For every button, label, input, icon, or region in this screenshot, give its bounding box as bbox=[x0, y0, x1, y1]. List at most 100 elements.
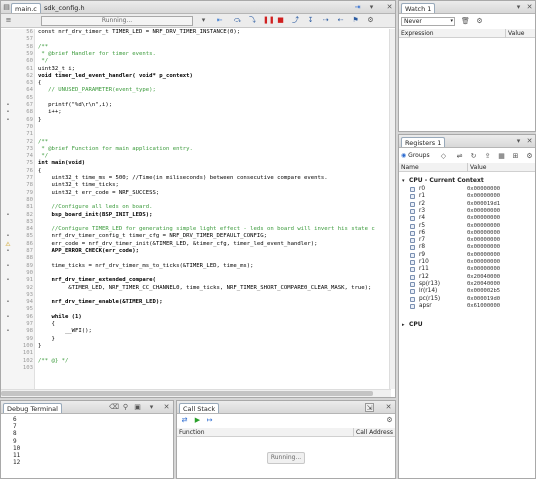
close-icon[interactable]: ✕ bbox=[162, 403, 171, 412]
register-value[interactable]: 0x00000000 bbox=[467, 208, 500, 215]
scrollbar-thumb[interactable] bbox=[1, 391, 373, 396]
link-icon[interactable]: ⇌ bbox=[455, 152, 464, 161]
register-value[interactable]: 0x000019d0 bbox=[467, 296, 500, 303]
breakpoint-location-icon[interactable]: • bbox=[3, 299, 13, 306]
code-line[interactable]: 57 bbox=[1, 36, 391, 43]
tab-watch-1[interactable]: Watch 1 bbox=[401, 3, 436, 13]
run-to-cursor-icon[interactable]: ↧ bbox=[306, 16, 315, 25]
register-value[interactable]: 0x00000000 bbox=[467, 259, 500, 266]
code-line[interactable]: 80 bbox=[1, 197, 391, 204]
grid-icon[interactable]: ⊞ bbox=[511, 152, 520, 161]
chevron-down-icon[interactable]: ▾ bbox=[199, 16, 208, 25]
save-icon[interactable]: ▣ bbox=[133, 403, 142, 412]
code-line[interactable]: 101 bbox=[1, 350, 391, 357]
go-to-icon[interactable]: ↦ bbox=[205, 416, 214, 425]
previous-icon[interactable]: ⇠ bbox=[336, 16, 345, 25]
code-line[interactable]: 88 bbox=[1, 255, 391, 262]
register-row[interactable]: r11 0x00000000 bbox=[399, 266, 535, 273]
layout-icon[interactable]: ▦ bbox=[497, 152, 506, 161]
code-line[interactable]: 60 */ bbox=[1, 58, 391, 65]
register-row[interactable]: r7 0x00000000 bbox=[399, 237, 535, 244]
code-line[interactable]: 90 bbox=[1, 270, 391, 277]
code-line[interactable]: • 82 bsp_board_init(BSP_INIT_LEDS); bbox=[1, 212, 391, 219]
settings-icon[interactable]: ⚙ bbox=[366, 16, 375, 25]
code-line[interactable]: 63 { bbox=[1, 80, 391, 87]
code-line[interactable]: 71 bbox=[1, 131, 391, 138]
function-column-header[interactable]: Function bbox=[179, 428, 205, 437]
name-column-header[interactable]: Name bbox=[401, 163, 419, 172]
breakpoint-location-icon[interactable]: • bbox=[3, 117, 13, 124]
code-line[interactable]: 76 { bbox=[1, 168, 391, 175]
close-icon[interactable]: ✕ bbox=[384, 403, 393, 412]
register-row[interactable]: r1 0x00000000 bbox=[399, 193, 535, 200]
find-icon[interactable]: ⚲ bbox=[121, 403, 130, 412]
code-line[interactable]: 99 } bbox=[1, 336, 391, 343]
reset-icon[interactable]: ⇤ bbox=[215, 16, 224, 25]
code-line[interactable]: 79 uint32_t err_code = NRF_SUCCESS; bbox=[1, 190, 391, 197]
register-row[interactable]: r10 0x00000000 bbox=[399, 259, 535, 266]
chevron-down-icon[interactable]: ▾ bbox=[514, 137, 523, 146]
refresh-interval-dropdown[interactable]: Never ▾ bbox=[401, 17, 455, 26]
breakpoint-location-icon[interactable]: • bbox=[3, 314, 13, 321]
code-line[interactable]: • 85 nrf_drv_timer_config_t timer_cfg = N… bbox=[1, 233, 391, 240]
code-line[interactable]: • 69} bbox=[1, 117, 391, 124]
code-line[interactable]: 102 /** @} */ bbox=[1, 358, 391, 365]
code-line[interactable]: 70 bbox=[1, 124, 391, 131]
code-line[interactable]: 73 * @brief Function for main applicatio… bbox=[1, 146, 391, 153]
menu-icon[interactable]: ≡ bbox=[4, 16, 13, 25]
code-line[interactable]: 65 bbox=[1, 95, 391, 102]
stop-icon[interactable]: ■ bbox=[276, 16, 285, 25]
close-icon[interactable]: ✕ bbox=[385, 3, 394, 12]
code-line[interactable]: • 94 nrf_drv_timer_enable(&TIMER_LED); bbox=[1, 299, 391, 306]
tab-sdk-config-h[interactable]: sdk_config.h bbox=[41, 3, 88, 13]
breakpoint-location-icon[interactable]: • bbox=[3, 102, 13, 109]
run-icon[interactable]: ▶ bbox=[193, 416, 202, 425]
register-row[interactable]: r5 0x00000000 bbox=[399, 223, 535, 230]
value-column-header[interactable]: Value bbox=[467, 163, 486, 172]
value-column-header[interactable]: Value bbox=[505, 29, 524, 38]
register-value[interactable]: 0x00000000 bbox=[467, 215, 500, 222]
breakpoint-location-icon[interactable]: • bbox=[3, 277, 13, 284]
tab-main-c[interactable]: main.c bbox=[11, 3, 41, 13]
breakpoint-location-icon[interactable]: • bbox=[3, 263, 13, 270]
split-view-icon[interactable]: ⇥ bbox=[353, 3, 362, 12]
code-line[interactable]: • 87 APP_ERROR_CHECK(err_code); bbox=[1, 248, 391, 255]
code-line[interactable]: • 91 nrf_drv_timer_extended_compare( bbox=[1, 277, 391, 284]
register-row[interactable]: pc(r15) 0x000019d0 bbox=[399, 296, 535, 303]
register-row[interactable]: r9 0x00000000 bbox=[399, 252, 535, 259]
register-value[interactable]: 0x00000000 bbox=[467, 266, 500, 273]
chevron-down-icon[interactable]: ▾ bbox=[147, 403, 156, 412]
bookmark-icon[interactable]: ⚑ bbox=[351, 16, 360, 25]
code-line[interactable]: • 68 i++; bbox=[1, 109, 391, 116]
tab-debug-terminal[interactable]: Debug Terminal bbox=[3, 403, 62, 413]
step-over-icon[interactable]: ⤼ bbox=[233, 16, 242, 25]
register-row[interactable]: r2 0x000019d1 bbox=[399, 201, 535, 208]
code-line[interactable]: • 96 while (1) bbox=[1, 314, 391, 321]
register-row[interactable]: r0 0x00000000 bbox=[399, 186, 535, 193]
clear-icon[interactable]: ⌫ bbox=[109, 403, 119, 412]
step-out-icon[interactable]: ⤴ bbox=[291, 16, 300, 25]
pause-icon[interactable]: ❚❚ bbox=[263, 16, 275, 25]
code-line[interactable]: ⚠ 86 err_code = nrf_drv_timer_init(&TIMER… bbox=[1, 241, 391, 248]
tab-registers-1[interactable]: Registers 1 bbox=[401, 137, 446, 147]
register-value[interactable]: 0x00000000 bbox=[467, 230, 500, 237]
code-line[interactable]: 75 int main(void) bbox=[1, 160, 391, 167]
register-value[interactable]: 0x00000000 bbox=[467, 252, 500, 259]
export-icon[interactable]: ⇪ bbox=[483, 152, 492, 161]
code-line[interactable]: 93 bbox=[1, 292, 391, 299]
code-line[interactable]: 83 bbox=[1, 219, 391, 226]
layout-icon[interactable]: ⇲ bbox=[365, 403, 374, 412]
refresh-icon[interactable]: ↻ bbox=[469, 152, 478, 161]
settings-icon[interactable]: ⚙ bbox=[385, 416, 394, 425]
warning-icon[interactable]: ⚠ bbox=[3, 241, 13, 248]
code-line[interactable]: 81 //Configure all leds on board. bbox=[1, 204, 391, 211]
settings-icon[interactable]: ⚙ bbox=[525, 152, 534, 161]
group-cpu-current-context[interactable]: ▾ CPU - Current Context bbox=[399, 177, 535, 185]
filter-icon[interactable]: ◇ bbox=[439, 152, 448, 161]
register-value[interactable]: 0x20040000 bbox=[467, 281, 500, 288]
code-line[interactable]: 77 uint32_t time_ms = 500; //Time(in mil… bbox=[1, 175, 391, 182]
code-line[interactable]: • 98 __WFI(); bbox=[1, 328, 391, 335]
code-line[interactable]: 97 { bbox=[1, 321, 391, 328]
register-value[interactable]: 0x61000000 bbox=[467, 303, 500, 310]
close-icon[interactable]: ✕ bbox=[525, 3, 534, 12]
